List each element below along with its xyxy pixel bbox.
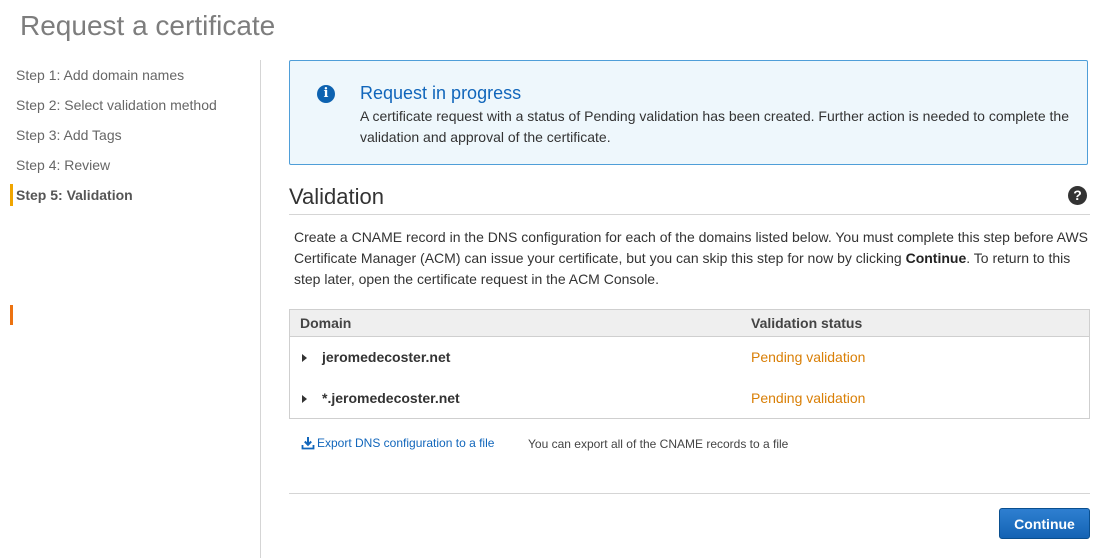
alert-title: Request in progress [360, 83, 522, 103]
wizard-steps: Step 1: Add domain names Step 2: Select … [0, 64, 250, 325]
table-row[interactable]: jeromedecoster.net Pending validation [290, 337, 1089, 378]
export-dns-label: Export DNS configuration to a file [317, 436, 495, 450]
info-icon: i [317, 85, 335, 103]
sidebar-divider [260, 60, 261, 558]
column-header-domain[interactable]: Domain [300, 315, 351, 331]
expand-caret-icon[interactable] [302, 395, 307, 403]
section-divider [289, 214, 1090, 215]
step-select-validation-method[interactable]: Step 2: Select validation method [0, 94, 250, 124]
step-validation[interactable]: Step 5: Validation [0, 184, 250, 325]
footer-divider [289, 493, 1090, 494]
validation-title: Validation [289, 184, 384, 209]
domain-validation-table: Domain Validation status jeromedecoster.… [289, 309, 1090, 419]
description-continue-keyword: Continue [905, 250, 967, 266]
domain-name: jeromedecoster.net [322, 349, 451, 365]
active-step-indicator [10, 184, 13, 206]
table-row[interactable]: *.jeromedecoster.net Pending validation [290, 378, 1089, 419]
continue-button[interactable]: Continue [999, 508, 1090, 539]
help-icon[interactable]: ? [1068, 186, 1087, 205]
alert-body: A certificate request with a status of P… [360, 108, 1069, 145]
export-hint: You can export all of the CNAME records … [528, 437, 789, 451]
page-title: Request a certificate [20, 10, 276, 41]
step-add-domain-names[interactable]: Step 1: Add domain names [0, 64, 250, 94]
validation-status: Pending validation [751, 349, 866, 365]
domain-name: *.jeromedecoster.net [322, 390, 460, 406]
step-add-tags[interactable]: Step 3: Add Tags [0, 124, 250, 154]
validation-status: Pending validation [751, 390, 866, 406]
export-dns-link[interactable]: Export DNS configuration to a file [301, 436, 494, 450]
expand-caret-icon[interactable] [302, 354, 307, 362]
column-header-validation-status[interactable]: Validation status [751, 315, 862, 331]
download-icon [301, 437, 315, 450]
validation-description: Create a CNAME record in the DNS configu… [294, 227, 1094, 290]
table-header: Domain Validation status [290, 310, 1089, 337]
info-alert: i Request in progress A certificate requ… [289, 60, 1088, 165]
step-review[interactable]: Step 4: Review [0, 154, 250, 184]
